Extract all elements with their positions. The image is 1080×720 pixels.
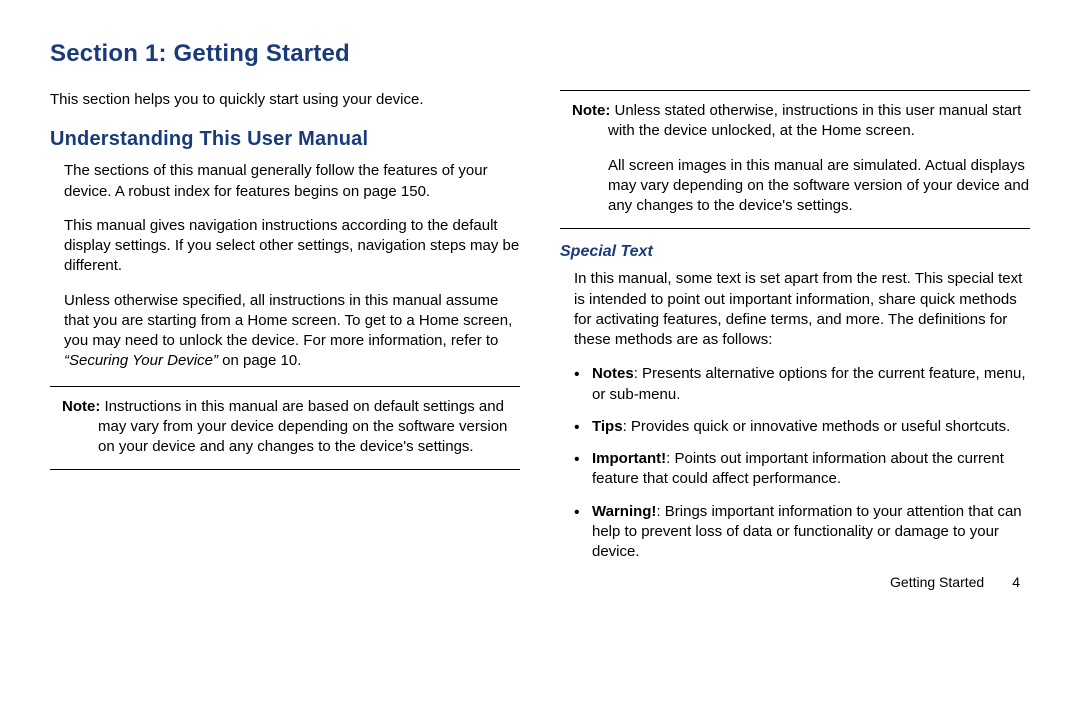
note-block: Note: Instructions in this manual are ba…	[50, 386, 520, 471]
paragraph: The sections of this manual generally fo…	[50, 161, 520, 202]
intro-text: This section helps you to quickly start …	[50, 90, 520, 110]
note-label: Note:	[62, 398, 100, 415]
two-column-layout: This section helps you to quickly start …	[50, 90, 1030, 590]
item-text: : Brings important information to your a…	[592, 503, 1022, 561]
item-text: : Provides quick or innovative methods o…	[623, 418, 1011, 435]
page-number: 4	[1012, 574, 1020, 590]
note-body: Instructions in this manual are based on…	[98, 398, 507, 456]
note-block: Note: Unless stated otherwise, instructi…	[560, 90, 1030, 229]
page-footer: Getting Started 4	[560, 574, 1030, 590]
special-text-list: Notes: Presents alternative options for …	[560, 364, 1030, 562]
item-label: Warning!	[592, 503, 656, 520]
section-title: Section 1: Getting Started	[50, 40, 1030, 68]
list-item: Warning!: Brings important information t…	[574, 502, 1030, 563]
note-label: Note:	[572, 102, 610, 119]
note-text: Note: Instructions in this manual are ba…	[50, 397, 520, 458]
text-run: on page 10.	[218, 352, 301, 369]
list-item: Important!: Points out important informa…	[574, 449, 1030, 490]
special-text-heading: Special Text	[560, 243, 1030, 261]
item-text: : Presents alternative options for the c…	[592, 365, 1026, 402]
left-column: This section helps you to quickly start …	[50, 90, 520, 590]
item-label: Notes	[592, 365, 634, 382]
item-label: Tips	[592, 418, 623, 435]
list-item: Notes: Presents alternative options for …	[574, 364, 1030, 405]
paragraph: This manual gives navigation instruction…	[50, 216, 520, 277]
note-paragraph: All screen images in this manual are sim…	[560, 156, 1030, 217]
right-column: Note: Unless stated otherwise, instructi…	[560, 90, 1030, 590]
paragraph: Unless otherwise specified, all instruct…	[50, 291, 520, 372]
note-body: Unless stated otherwise, instructions in…	[608, 102, 1021, 139]
footer-label: Getting Started	[890, 574, 984, 590]
note-text: Note: Unless stated otherwise, instructi…	[560, 101, 1030, 142]
manual-page: Section 1: Getting Started This section …	[0, 0, 1080, 620]
paragraph: In this manual, some text is set apart f…	[560, 269, 1030, 350]
subsection-title: Understanding This User Manual	[50, 128, 520, 151]
text-run: Unless otherwise specified, all instruct…	[64, 292, 512, 350]
list-item: Tips: Provides quick or innovative metho…	[574, 417, 1030, 437]
item-label: Important!	[592, 450, 666, 467]
cross-reference: “Securing Your Device”	[64, 352, 218, 369]
